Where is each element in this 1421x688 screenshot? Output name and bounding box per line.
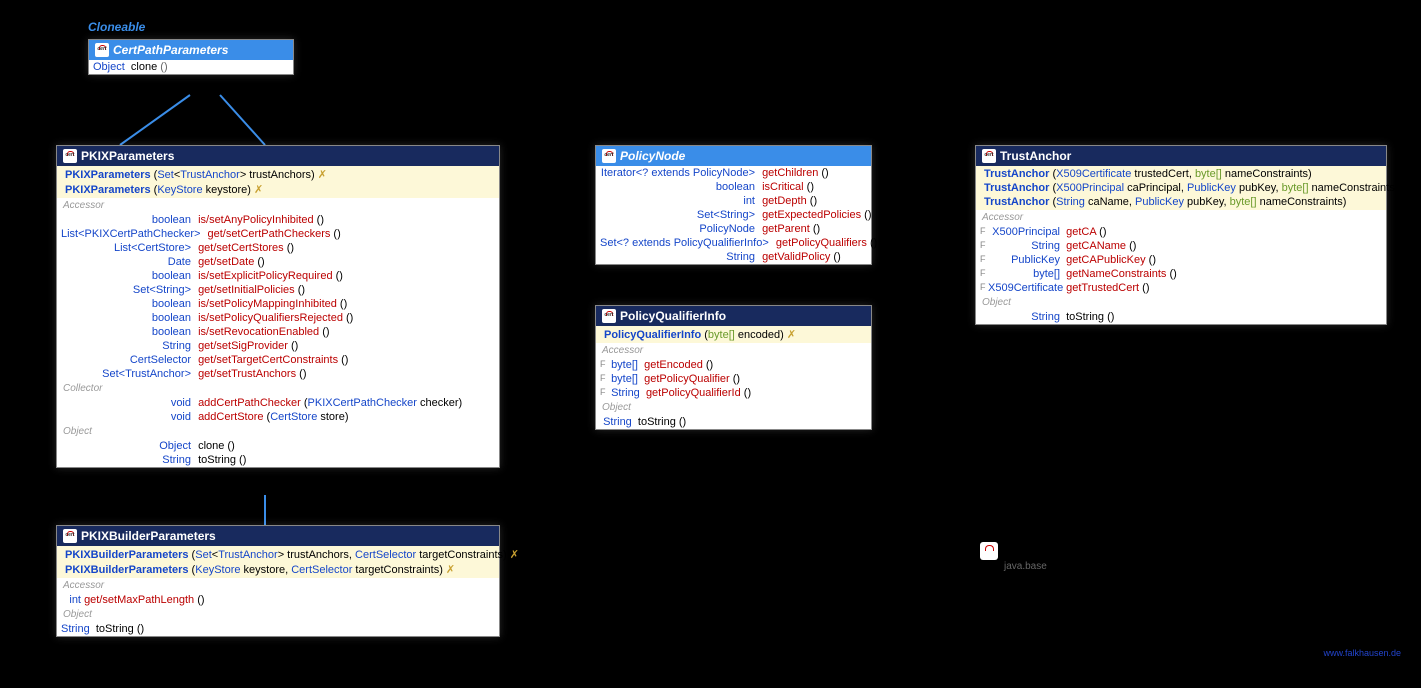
class-trustanchor: TrustAnchor TrustAnchor (X509Certificate… <box>975 145 1387 325</box>
method-row: FX500Principal getCA () <box>976 225 1386 239</box>
method-row: Object clone () <box>89 60 293 74</box>
object-section: String toString () <box>976 310 1386 324</box>
lock-icon <box>63 529 77 543</box>
section-label: Object <box>596 400 871 415</box>
package-module: java.base <box>1004 561 1148 572</box>
section-label: Collector <box>57 381 499 396</box>
package-label: java.security.cert java.base <box>980 540 1148 572</box>
method-row: Set<String> get/setInitialPolicies () <box>57 283 499 297</box>
method-row: PolicyNode getParent () <box>596 222 871 236</box>
constructors-section: PolicyQualifierInfo (byte[] encoded) ✗ <box>596 326 871 343</box>
accessors-section: F byte[] getEncoded ()F byte[] getPolicy… <box>596 358 871 400</box>
method-row: String get/setSigProvider () <box>57 339 499 353</box>
method-row: Iterator<? extends PolicyNode> getChildr… <box>596 166 871 180</box>
class-policyqualifierinfo: PolicyQualifierInfo PolicyQualifierInfo … <box>595 305 872 430</box>
method-row: FX509Certificate getTrustedCert () <box>976 281 1386 295</box>
method-row: void addCertStore (CertStore store) <box>57 410 499 424</box>
class-pkixbuilderparameters: PKIXBuilderParameters PKIXBuilderParamet… <box>56 525 500 637</box>
method-row: F byte[] getEncoded () <box>596 358 871 372</box>
class-pkixparameters: PKIXParameters PKIXParameters (Set<Trust… <box>56 145 500 468</box>
accessors-section: FX500Principal getCA ()FString getCAName… <box>976 225 1386 295</box>
method-row: Set<? extends PolicyQualifierInfo> getPo… <box>596 236 871 250</box>
method-row: String toString () <box>57 453 499 467</box>
class-header: CertPathParameters <box>89 40 293 60</box>
accessors-section: int get/setMaxPathLength () <box>57 593 499 607</box>
method-row: Fbyte[] getNameConstraints () <box>976 267 1386 281</box>
class-title: CertPathParameters <box>113 43 228 57</box>
section-label: Accessor <box>976 210 1386 225</box>
method-row: FPublicKey getCAPublicKey () <box>976 253 1386 267</box>
method-row: boolean is/setRevocationEnabled () <box>57 325 499 339</box>
constructors-section: PKIXBuilderParameters (Set<TrustAnchor> … <box>57 546 499 578</box>
constructor-row: PolicyQualifierInfo (byte[] encoded) ✗ <box>600 327 867 342</box>
object-section: String toString () <box>57 622 499 636</box>
lock-icon <box>602 309 616 323</box>
method-row: int get/setMaxPathLength () <box>57 593 499 607</box>
package-icon <box>980 542 998 560</box>
section-label: Object <box>976 295 1386 310</box>
method-row: FString getCAName () <box>976 239 1386 253</box>
class-title: PKIXParameters <box>81 149 174 163</box>
section-label: Accessor <box>596 343 871 358</box>
methods-section: Iterator<? extends PolicyNode> getChildr… <box>596 166 871 264</box>
method-row: F byte[] getPolicyQualifier () <box>596 372 871 386</box>
credit-link[interactable]: www.falkhausen.de <box>1323 648 1401 658</box>
constructors-section: TrustAnchor (X509Certificate trustedCert… <box>976 166 1386 210</box>
lock-icon <box>95 43 109 57</box>
method-row: F String getPolicyQualifierId () <box>596 386 871 400</box>
collectors-section: void addCertPathChecker (PKIXCertPathChe… <box>57 396 499 424</box>
class-title: PolicyQualifierInfo <box>620 309 726 323</box>
class-title: TrustAnchor <box>1000 149 1071 163</box>
method-row: void addCertPathChecker (PKIXCertPathChe… <box>57 396 499 410</box>
class-header: PKIXParameters <box>57 146 499 166</box>
section-label: Accessor <box>57 578 499 593</box>
uml-diagram: Cloneable CertPathParameters Object clon… <box>0 0 1421 688</box>
lock-icon <box>63 149 77 163</box>
constructor-row: TrustAnchor (String caName, PublicKey pu… <box>980 195 1382 209</box>
class-header: PKIXBuilderParameters <box>57 526 499 546</box>
section-label: Object <box>57 424 499 439</box>
class-certpathparameters: CertPathParameters Object clone () <box>88 39 294 75</box>
method-row: CertSelector get/setTargetCertConstraint… <box>57 353 499 367</box>
class-header: PolicyNode <box>596 146 871 166</box>
package-name: java.security.cert <box>1002 540 1148 560</box>
constructor-row: PKIXBuilderParameters (KeyStore keystore… <box>61 562 495 577</box>
constructors-section: PKIXParameters (Set<TrustAnchor> trustAn… <box>57 166 499 198</box>
method-row: int getDepth () <box>596 194 871 208</box>
method-row: String toString () <box>976 310 1386 324</box>
method-row: boolean is/setPolicyMappingInhibited () <box>57 297 499 311</box>
method-row: boolean is/setAnyPolicyInhibited () <box>57 213 499 227</box>
section-label: Accessor <box>57 198 499 213</box>
object-section: String toString () <box>596 415 871 429</box>
class-header: TrustAnchor <box>976 146 1386 166</box>
method-row: String getValidPolicy () <box>596 250 871 264</box>
method-row: String toString () <box>57 622 499 636</box>
method-row: boolean isCritical () <box>596 180 871 194</box>
method-row: boolean is/setPolicyQualifiersRejected (… <box>57 311 499 325</box>
section-label: Object <box>57 607 499 622</box>
object-section: Object clone ()String toString () <box>57 439 499 467</box>
method-row: Set<TrustAnchor> get/setTrustAnchors () <box>57 367 499 381</box>
constructor-row: TrustAnchor (X509Certificate trustedCert… <box>980 167 1382 181</box>
method-row: boolean is/setExplicitPolicyRequired () <box>57 269 499 283</box>
method-row: List<CertStore> get/setCertStores () <box>57 241 499 255</box>
constructor-row: TrustAnchor (X500Principal caPrincipal, … <box>980 181 1382 195</box>
method-row: Set<String> getExpectedPolicies () <box>596 208 871 222</box>
class-title: PKIXBuilderParameters <box>81 529 216 543</box>
class-header: PolicyQualifierInfo <box>596 306 871 326</box>
class-title: PolicyNode <box>620 149 685 163</box>
constructor-row: PKIXParameters (Set<TrustAnchor> trustAn… <box>61 167 495 182</box>
method-row: List<PKIXCertPathChecker> get/setCertPat… <box>57 227 499 241</box>
accessors-section: boolean is/setAnyPolicyInhibited ()List<… <box>57 213 499 381</box>
cloneable-label: Cloneable <box>88 20 145 34</box>
constructor-row: PKIXBuilderParameters (Set<TrustAnchor> … <box>61 547 495 562</box>
lock-icon <box>602 149 616 163</box>
constructor-row: PKIXParameters (KeyStore keystore) ✗ <box>61 182 495 197</box>
method-row: Object clone () <box>57 439 499 453</box>
method-row: Date get/setDate () <box>57 255 499 269</box>
lock-icon <box>982 149 996 163</box>
method-row: String toString () <box>596 415 871 429</box>
class-policynode: PolicyNode Iterator<? extends PolicyNode… <box>595 145 872 265</box>
